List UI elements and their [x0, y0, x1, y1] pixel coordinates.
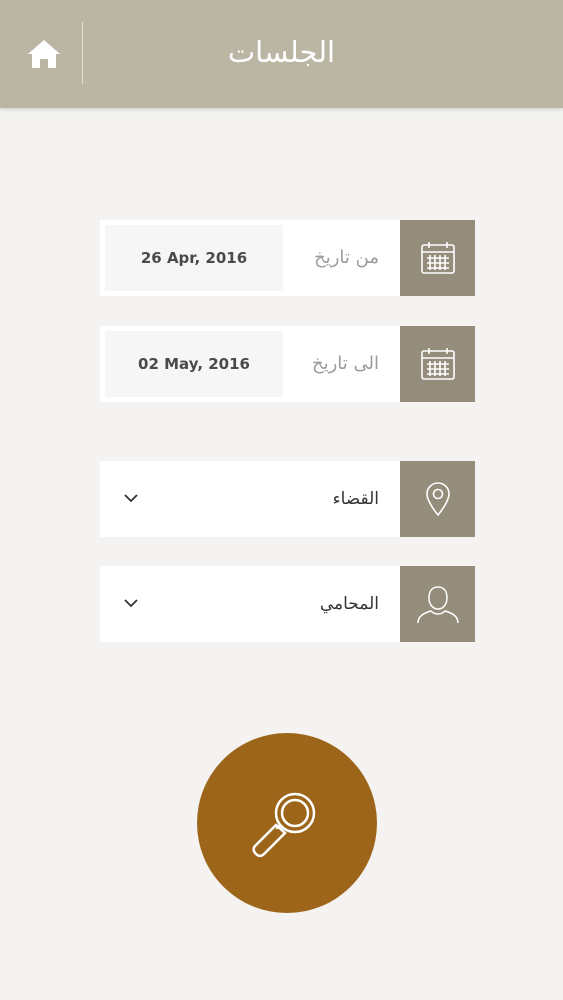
lawyer-icon-box[interactable] — [400, 566, 475, 642]
to-date-value[interactable]: 02 May, 2016 — [105, 331, 283, 397]
court-select[interactable]: القضاء — [100, 461, 475, 537]
from-date-label: من تاريخ — [314, 247, 379, 268]
home-button[interactable] — [18, 30, 70, 78]
user-icon — [416, 586, 459, 624]
from-date-icon-box[interactable] — [400, 220, 475, 296]
calendar-icon — [420, 242, 455, 274]
top-bar: الجلسات — [0, 0, 563, 108]
to-date-icon-box[interactable] — [400, 326, 475, 402]
home-icon — [28, 40, 60, 68]
chevron-down-icon[interactable] — [122, 594, 140, 612]
lawyer-select[interactable]: المحامي — [100, 566, 475, 642]
calendar-icon — [420, 348, 455, 380]
lawyer-select-label: المحامي — [319, 594, 379, 614]
location-pin-icon — [425, 482, 450, 517]
from-date-value[interactable]: 26 Apr, 2016 — [105, 225, 283, 291]
to-date-row[interactable]: 02 May, 2016 الى تاريخ — [100, 326, 475, 402]
court-select-label: القضاء — [332, 489, 379, 509]
search-button[interactable] — [197, 733, 377, 913]
page-title: الجلسات — [227, 35, 336, 69]
header-divider — [82, 22, 83, 84]
from-date-row[interactable]: 26 Apr, 2016 من تاريخ — [100, 220, 475, 296]
to-date-label: الى تاريخ — [311, 353, 379, 374]
search-icon — [252, 792, 316, 858]
court-icon-box[interactable] — [400, 461, 475, 537]
chevron-down-icon[interactable] — [122, 489, 140, 507]
